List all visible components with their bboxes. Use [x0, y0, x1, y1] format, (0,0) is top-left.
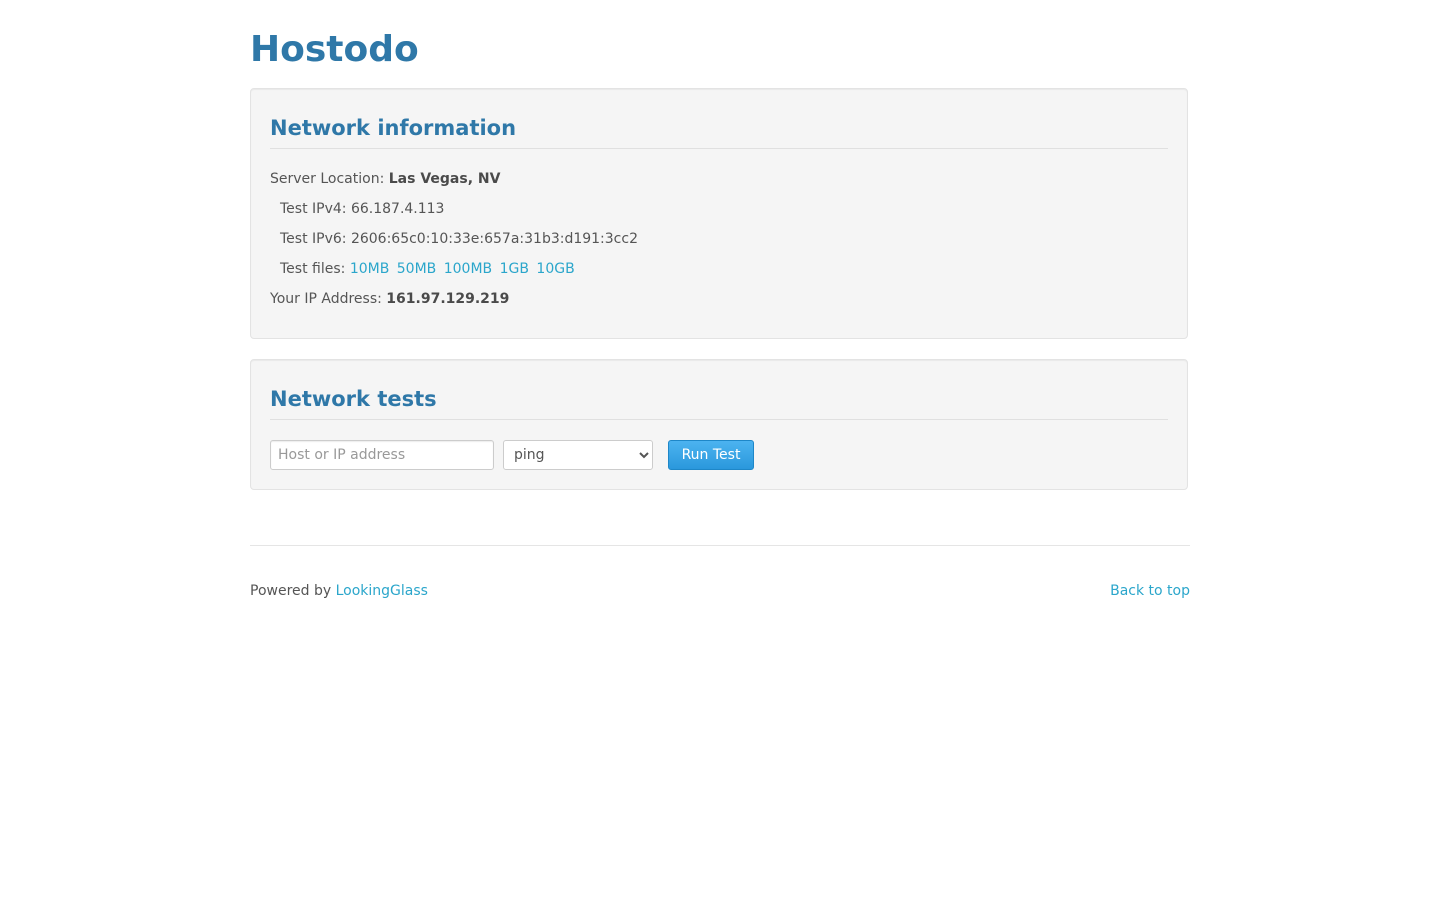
- footer-divider: [250, 545, 1190, 546]
- test-file-1gb-link[interactable]: 1GB: [500, 261, 529, 277]
- lookingglass-link[interactable]: LookingGlass: [336, 583, 428, 599]
- run-test-button[interactable]: Run Test: [668, 440, 754, 470]
- test-ipv6-label: Test IPv6:: [280, 231, 347, 247]
- footer-credit: Powered by LookingGlass: [250, 581, 428, 601]
- test-ipv6-value: 2606:65c0:10:33e:657a:31b3:d191:3cc2: [350, 231, 638, 247]
- test-file-10mb-link[interactable]: 10MB: [350, 261, 390, 277]
- host-input[interactable]: [270, 440, 494, 470]
- powered-by-text: Powered by: [250, 583, 332, 599]
- test-ipv4-value: 66.187.4.113: [350, 201, 445, 217]
- your-ip-line: Your IP Address: 161.97.129.219: [270, 289, 509, 309]
- your-ip-label: Your IP Address:: [270, 291, 382, 307]
- test-file-10gb-link[interactable]: 10GB: [536, 261, 574, 277]
- site-title: Hostodo: [250, 29, 419, 70]
- server-location-label: Server Location:: [270, 171, 385, 187]
- section-divider: [270, 419, 1168, 420]
- server-location-value: Las Vegas, NV: [388, 171, 501, 187]
- test-file-100mb-link[interactable]: 100MB: [444, 261, 492, 277]
- test-type-select[interactable]: ping: [503, 440, 653, 470]
- network-information-heading: Network information: [270, 116, 517, 140]
- your-ip-value: 161.97.129.219: [386, 291, 510, 307]
- server-location-line: Server Location: Las Vegas, NV: [270, 169, 500, 189]
- network-tests-panel: Network tests ping Run Test: [250, 359, 1188, 490]
- test-files-line: Test files: 10MB 50MB 100MB 1GB 10GB: [280, 259, 578, 279]
- test-ipv4-line: Test IPv4: 66.187.4.113: [280, 199, 444, 219]
- network-tests-heading: Network tests: [270, 387, 437, 411]
- back-to-top-link[interactable]: Back to top: [1110, 581, 1190, 601]
- test-files-label: Test files:: [280, 261, 346, 277]
- test-ipv4-label: Test IPv4:: [280, 201, 347, 217]
- test-file-50mb-link[interactable]: 50MB: [397, 261, 437, 277]
- section-divider: [270, 148, 1168, 149]
- network-information-panel: Network information Server Location: Las…: [250, 88, 1188, 339]
- test-ipv6-line: Test IPv6: 2606:65c0:10:33e:657a:31b3:d1…: [280, 229, 638, 249]
